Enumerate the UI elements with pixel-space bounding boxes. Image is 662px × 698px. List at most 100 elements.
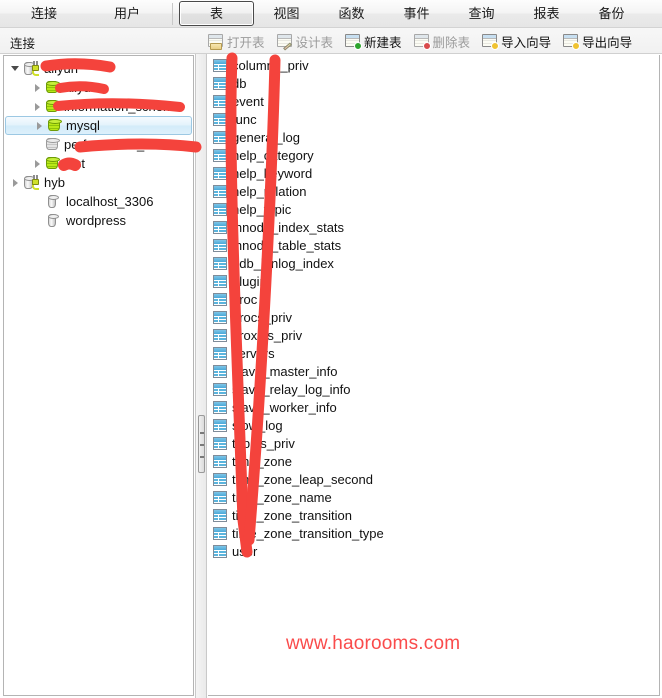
table-item-label: slave_worker_info: [232, 400, 337, 415]
table-item-procs-priv[interactable]: procs_priv: [210, 309, 650, 327]
table-item-label: innodb_table_stats: [232, 238, 342, 253]
database-icon: [45, 137, 60, 152]
table-item-innodb-index-stats[interactable]: innodb_index_stats: [210, 219, 650, 237]
tree-root: aliyun aliyun information_schemamysql perfo…: [4, 59, 193, 230]
tab-user[interactable]: 用户: [88, 1, 166, 27]
tree-item-connection-hyb[interactable]: hyb: [4, 173, 193, 192]
tab-connection[interactable]: 连接: [0, 1, 88, 27]
chevron-closed-icon[interactable]: [32, 82, 43, 93]
export-wizard-icon: [563, 33, 581, 50]
tab-view[interactable]: 视图: [254, 1, 319, 27]
pane-splitter-grip[interactable]: [198, 415, 205, 473]
table-item-help-category[interactable]: help_category: [210, 147, 650, 165]
tree-item-label: hyb: [44, 175, 65, 190]
table-icon: [213, 455, 228, 469]
database-icon: [45, 80, 60, 95]
twisty-placeholder: [32, 196, 43, 207]
table-item-label: help_category: [232, 148, 314, 163]
table-item-slow-log[interactable]: slow_log: [210, 417, 650, 435]
table-item-time-zone-transition[interactable]: time_zone_transition: [210, 507, 650, 525]
tree-item-connection-wordpress[interactable]: wordpress: [4, 211, 193, 230]
table-item-tables-priv[interactable]: tables_priv: [210, 435, 650, 453]
table-item-ndb-binlog-index[interactable]: ndb_binlog_index: [210, 255, 650, 273]
table-icon: [213, 239, 228, 253]
toolbar: 连接 打开表 设计表 新建表 删除表 导入向导 导出向导: [0, 28, 662, 54]
table-item-plugin[interactable]: plugin: [210, 273, 650, 291]
table-icon: [213, 95, 228, 109]
table-item-label: db: [232, 76, 247, 91]
table-icon: [213, 257, 228, 271]
chevron-open-icon[interactable]: [10, 63, 21, 74]
chevron-closed-icon[interactable]: [34, 120, 45, 131]
tree-item-label: mysql: [66, 118, 100, 133]
tree-item-label: information_schema: [64, 99, 182, 114]
pane-splitter[interactable]: [196, 54, 206, 698]
tree-item-label: wordpress: [66, 213, 126, 228]
table-item-help-topic[interactable]: help_topic: [210, 201, 650, 219]
table-item-time-zone[interactable]: time_zone: [210, 453, 650, 471]
tree-item-db-test[interactable]: test: [4, 154, 193, 173]
table-icon: [213, 275, 228, 289]
connection-tree[interactable]: aliyun aliyun information_schemamysql perfo…: [3, 55, 194, 696]
open-table-button[interactable]: 打开表: [205, 29, 268, 53]
table-item-time-zone-leap-second[interactable]: time_zone_leap_second: [210, 471, 650, 489]
table-icon: [213, 185, 228, 199]
tree-item-label: aliyun: [64, 80, 98, 95]
tab-event[interactable]: 事件: [384, 1, 449, 27]
table-item-slave-worker-info[interactable]: slave_worker_info: [210, 399, 650, 417]
table-icon: [213, 221, 228, 235]
table-item-label: tables_priv: [232, 436, 295, 451]
tab-report[interactable]: 报表: [514, 1, 579, 27]
tree-item-connection-aliyun[interactable]: aliyun: [4, 59, 193, 78]
table-item-time-zone-transition-type[interactable]: time_zone_transition_type: [210, 525, 650, 543]
tree-item-db-mysql[interactable]: mysql: [5, 116, 192, 135]
import-wizard-button[interactable]: 导入向导: [479, 29, 554, 53]
chevron-closed-icon[interactable]: [32, 101, 43, 112]
tree-item-db-aliyun[interactable]: aliyun: [4, 78, 193, 97]
table-icon: [213, 509, 228, 523]
table-list[interactable]: columns_priv db event func general_log help_c…: [208, 55, 660, 696]
chevron-closed-icon[interactable]: [10, 177, 21, 188]
new-table-button[interactable]: 新建表: [342, 29, 405, 53]
table-item-label: servers: [232, 346, 275, 361]
table-item-time-zone-name[interactable]: time_zone_name: [210, 489, 650, 507]
table-item-slave-master-info[interactable]: slave_master_info: [210, 363, 650, 381]
table-item-label: time_zone_transition_type: [232, 526, 384, 541]
tree-item-db-information-schema[interactable]: information_schema: [4, 97, 193, 116]
table-item-general-log[interactable]: general_log: [210, 129, 650, 147]
table-item-innodb-table-stats[interactable]: innodb_table_stats: [210, 237, 650, 255]
tab-table[interactable]: 表: [179, 1, 254, 26]
main-tab-bar: 连接 用户 表 视图 函数 事件 查询 报表 备份: [0, 0, 662, 28]
table-item-label: event: [232, 94, 264, 109]
table-icon: [213, 545, 228, 559]
design-table-icon: [276, 33, 293, 51]
table-item-servers[interactable]: servers: [210, 345, 650, 363]
export-wizard-button[interactable]: 导出向导: [560, 29, 635, 53]
table-item-label: time_zone_transition: [232, 508, 352, 523]
table-item-help-relation[interactable]: help_relation: [210, 183, 650, 201]
tab-backup[interactable]: 备份: [579, 1, 644, 27]
table-item-label: user: [232, 544, 258, 559]
table-item-slave-relay-log-info[interactable]: slave_relay_log_info: [210, 381, 650, 399]
table-item-proxies-priv[interactable]: proxies_priv: [210, 327, 650, 345]
table-icon: [213, 131, 228, 145]
design-table-button[interactable]: 设计表: [274, 29, 337, 53]
table-item-label: time_zone_name: [232, 490, 332, 505]
table-item-event[interactable]: event: [210, 93, 650, 111]
tab-query[interactable]: 查询: [449, 1, 514, 27]
delete-table-button[interactable]: 删除表: [411, 29, 474, 53]
table-item-user[interactable]: user: [210, 543, 650, 561]
table-item-proc[interactable]: proc: [210, 291, 650, 309]
tree-item-connection-localhost-3306[interactable]: localhost_3306: [4, 192, 193, 211]
tab-function[interactable]: 函数: [319, 1, 384, 27]
table-item-help-keyword[interactable]: help_keyword: [210, 165, 650, 183]
chevron-closed-icon[interactable]: [32, 158, 43, 169]
tree-item-label: test: [64, 156, 85, 171]
table-icon: [213, 419, 228, 433]
connection-pane-label: 连接: [10, 37, 36, 51]
table-item-columns-priv[interactable]: columns_priv: [210, 57, 650, 75]
tree-item-db-performance-schema[interactable]: performance_schema: [4, 135, 193, 154]
table-item-func[interactable]: func: [210, 111, 650, 129]
table-item-label: func: [232, 112, 257, 127]
table-item-db[interactable]: db: [210, 75, 650, 93]
